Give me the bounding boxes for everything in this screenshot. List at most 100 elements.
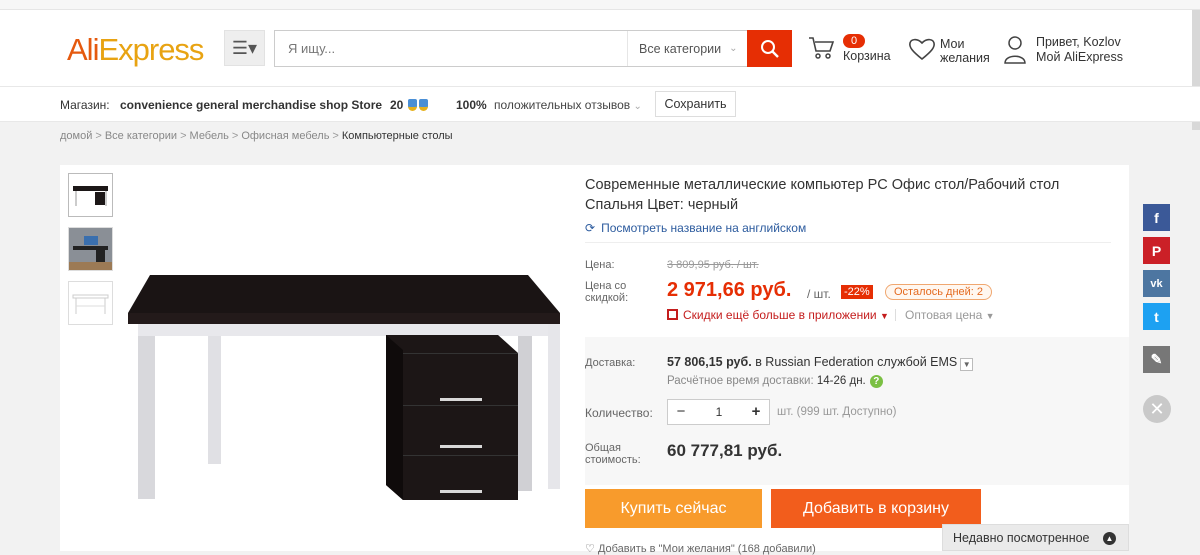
add-to-wishlist-text: Добавить в "Мои желания" (168 добавили) [597,543,816,555]
facebook-share-icon[interactable]: f [1143,204,1170,231]
view-english-title-text: Посмотреть название на английском [601,221,807,235]
shipping-option[interactable]: 57 806,15 руб. в Russian Federation служ… [667,355,974,371]
wholesale-price-text: Оптовая цена [905,308,983,322]
category-menu-button[interactable]: ☰▾ [224,30,265,66]
caret-down-icon: ▼ [879,311,889,321]
medal-icon [406,98,428,112]
search-input[interactable] [275,31,625,66]
quantity-input[interactable]: 1 [694,400,744,424]
add-to-wishlist-link[interactable]: ♡ Добавить в "Мои желания" (168 добавили… [585,542,816,555]
aliexpress-logo[interactable]: AliExpress [67,32,204,68]
search-bar: Все категории ⌄ [274,30,792,67]
wishlist-line1: Мои [940,37,965,51]
translate-icon: ⟳ [585,221,596,235]
logo-express: Express [98,32,204,67]
heart-icon[interactable] [908,37,936,61]
breadcrumb-home[interactable]: домой [60,130,92,142]
wishlist-line2: желания [940,51,990,65]
heart-icon: ♡ [585,543,595,555]
original-price: 3 809,95 руб. / шт. [667,259,759,271]
twitter-share-icon[interactable]: t [1143,303,1170,330]
recently-viewed-bar[interactable]: Недавно посмотренное ▲ [942,524,1129,551]
thumbnail-2[interactable] [68,227,113,271]
chevron-down-icon: ⌄ [633,101,642,112]
thumbnail-1[interactable] [68,173,113,217]
chevron-down-icon: ⌄ [729,43,738,54]
price-label: Цена: [585,259,615,271]
feedback-label[interactable]: положительных отзывов ⌄ [494,98,642,112]
app-promo-link[interactable]: Скидки ещё больше в приложении ▼ [667,308,889,322]
product-title: Современные металлические компьютер PC О… [585,177,1060,213]
wishlist-link[interactable]: Мои желания [940,37,990,65]
add-to-cart-button[interactable]: Добавить в корзину [771,489,981,528]
pinterest-share-icon[interactable]: P [1143,237,1170,264]
edit-pencil-icon[interactable]: ✎ [1143,346,1170,373]
store-label: Магазин: [60,98,110,112]
discount-badge: -22% [841,285,873,299]
quantity-stepper: − 1 + [667,399,770,425]
delivery-time-value: 14-26 дн. [816,375,866,387]
feedback-label-text: положительных отзывов [494,98,631,112]
cart-icon[interactable] [808,36,836,60]
discount-price-label-1: Цена со [585,280,627,292]
thumbnail-list [68,173,113,335]
shipping-label: Доставка: [585,357,636,369]
cart-count-badge: 0 [843,34,865,48]
delivery-time-label: Расчётное время доставки: [667,375,814,387]
store-name[interactable]: convenience general merchandise shop Sto… [120,98,382,112]
view-english-title-link[interactable]: ⟳ Посмотреть название на английском [585,221,806,235]
shipping-price: 57 806,15 руб. [667,355,752,369]
store-bar: Магазин: convenience general merchandise… [0,86,1200,122]
discount-price-label-2: скидкой: [585,292,629,304]
category-select[interactable]: Все категории ⌄ [627,31,748,66]
user-icon[interactable] [1004,35,1026,65]
recently-viewed-label: Недавно посмотренное [953,531,1090,545]
qr-code-icon [667,309,678,320]
search-button[interactable] [747,30,792,67]
feedback-percent: 100% [456,98,487,112]
discount-price: 2 971,66 руб. [667,279,792,301]
user-greeting: Привет, Kozlov [1036,35,1121,49]
my-aliexpress-link[interactable]: Мой AliExpress [1036,50,1123,65]
product-panel: Современные металлические компьютер PC О… [60,165,1129,555]
help-icon[interactable]: ? [869,375,883,388]
price-unit: / шт. [807,287,831,301]
thumbnail-3[interactable] [68,281,113,325]
breadcrumb-furniture[interactable]: Мебель [190,130,229,142]
top-strip [0,0,1200,10]
menu-icon: ☰▾ [231,37,258,58]
availability-text: шт. (999 шт. Доступно) [777,406,897,418]
quantity-increase-button[interactable]: + [743,400,769,424]
user-account[interactable]: Привет, Kozlov Мой AliExpress [1036,35,1123,65]
caret-down-icon: ▼ [985,311,995,321]
search-icon [760,39,779,58]
wholesale-price-dropdown[interactable]: Оптовая цена ▼ [905,308,995,322]
logo-ali: Ali [67,32,99,67]
product-image[interactable] [128,275,568,551]
chevron-down-icon[interactable]: ▼ [960,358,974,371]
breadcrumb-office-furniture[interactable]: Офисная мебель [241,130,329,142]
divider [585,242,1111,243]
total-price: 60 777,81 руб. [667,441,783,460]
quantity-decrease-button[interactable]: − [668,400,694,424]
chevron-up-icon: ▲ [1103,532,1116,545]
vk-share-icon[interactable]: vk [1143,270,1170,297]
shipping-method: в Russian Federation службой EMS [755,355,958,369]
breadcrumb-all-categories[interactable]: Все категории [105,130,177,142]
discount-price-label: Цена со скидкой: [585,280,628,304]
save-store-button[interactable]: Сохранить [655,91,736,117]
quantity-label: Количество: [585,406,653,420]
total-label-2: стоимость: [585,454,641,466]
buy-now-button[interactable]: Купить сейчас [585,489,762,528]
delivery-time: Расчётное время доставки: 14-26 дн.? [667,375,883,388]
breadcrumb: домой > Все категории > Мебель > Офисная мебел… [60,130,453,142]
total-label: Общая стоимость: [585,442,641,466]
cart-link[interactable]: Корзина [843,49,891,63]
category-select-label: Все категории [639,41,722,56]
store-rating: 20 [390,98,404,112]
app-promo-text: Скидки ещё больше в приложении [683,308,877,322]
close-icon[interactable]: ✕ [1143,395,1171,423]
days-left-badge: Осталось дней: 2 [885,284,993,300]
breadcrumb-computer-desks[interactable]: Компьютерные столы [342,130,453,142]
divider [895,309,896,321]
